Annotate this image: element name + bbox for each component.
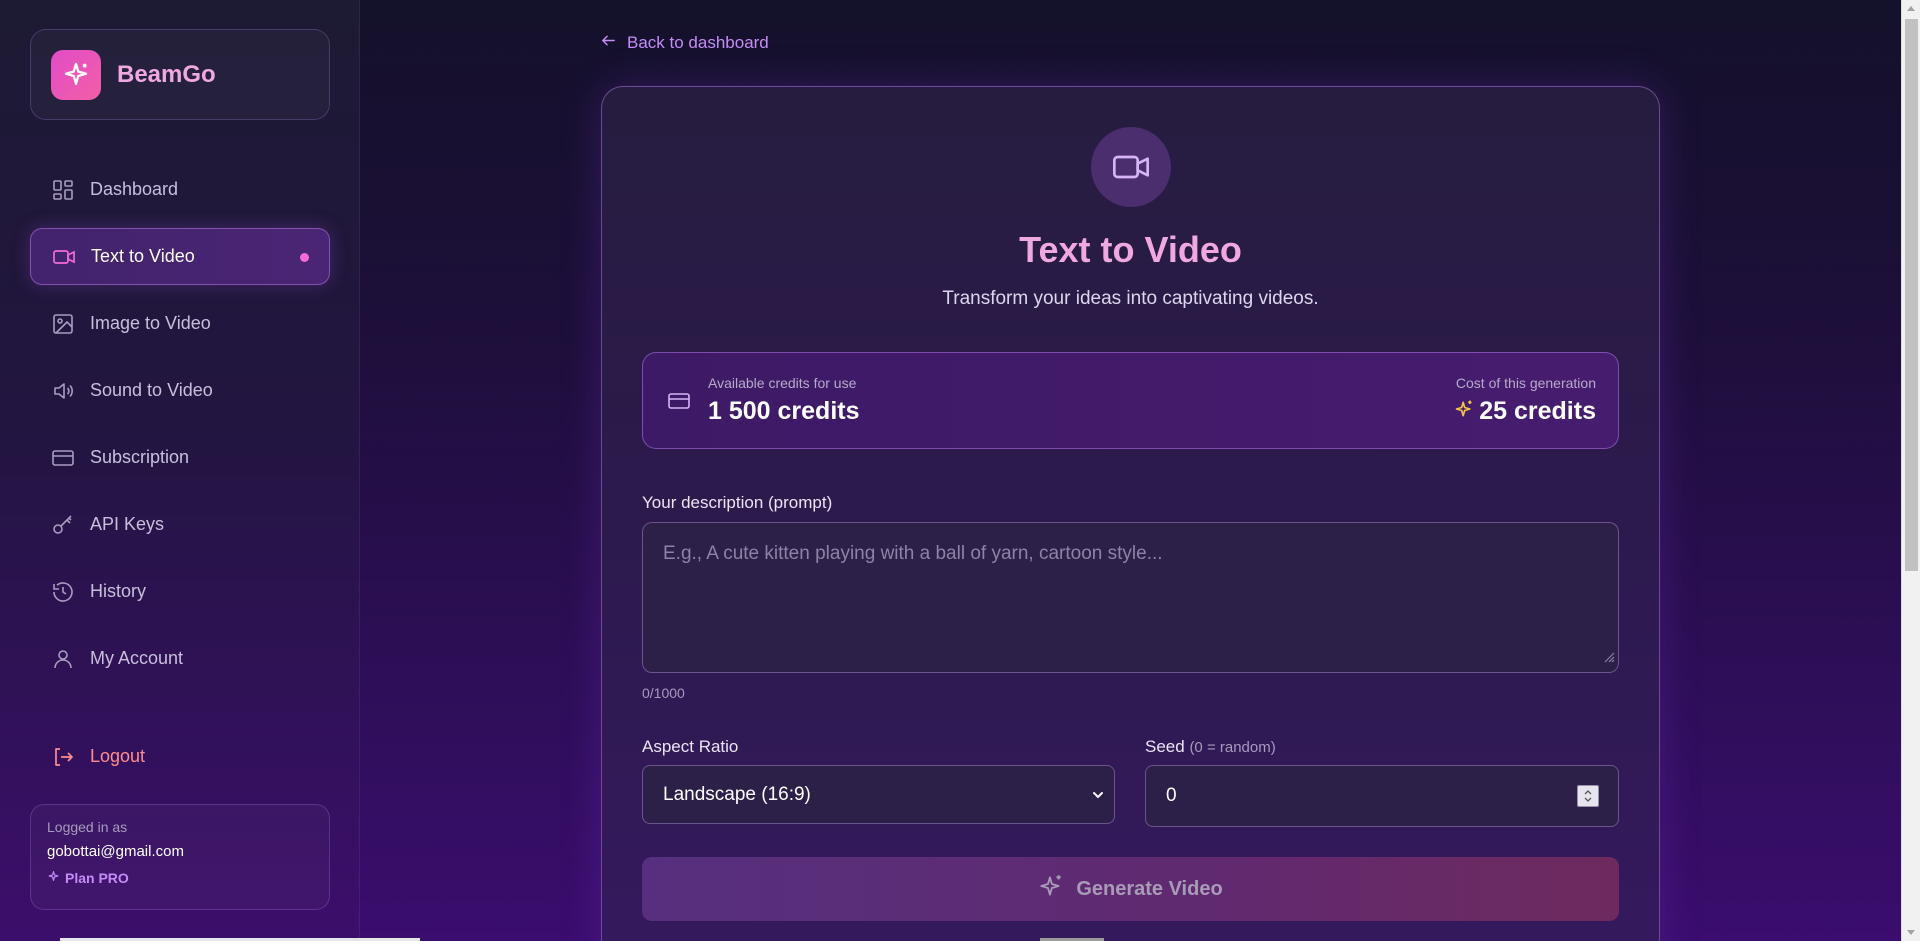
sparkles-icon — [47, 870, 60, 886]
logout-icon — [50, 744, 76, 770]
brand[interactable]: BeamGo — [30, 29, 330, 120]
back-link-label: Back to dashboard — [627, 33, 769, 52]
vertical-scrollbar[interactable] — [1901, 0, 1920, 941]
key-icon — [50, 512, 76, 538]
chevron-down-icon — [1090, 787, 1106, 809]
credit-card-icon — [665, 389, 693, 418]
dashboard-icon — [50, 177, 76, 203]
sidebar: BeamGo Dashboard Text to Video Image to … — [0, 0, 360, 941]
text-to-video-card: Text to Video Transform your ideas into … — [601, 86, 1660, 941]
sidebar-item-text-to-video[interactable]: Text to Video — [30, 228, 330, 285]
logout-label: Logout — [90, 746, 146, 766]
char-counter: 0/1000 — [642, 685, 685, 701]
page-subtitle: Transform your ideas into captivating vi… — [942, 288, 1319, 309]
sidebar-item-label: History — [90, 581, 147, 601]
scrollbar-thumb[interactable] — [1905, 19, 1918, 571]
cost-label: Cost of this generation — [1455, 375, 1596, 391]
image-icon — [50, 311, 76, 337]
generate-button-label: Generate Video — [1076, 877, 1223, 900]
sparkles-icon — [1038, 873, 1064, 905]
sidebar-item-label: Image to Video — [90, 313, 211, 333]
back-to-dashboard-link[interactable]: Back to dashboard — [600, 32, 769, 54]
sidebar-item-my-account[interactable]: My Account — [30, 630, 330, 687]
cost-value: 25 credits — [1479, 397, 1596, 425]
user-icon — [50, 646, 76, 672]
seed-label: Seed — [1145, 737, 1185, 756]
logged-in-label: Logged in as — [47, 819, 128, 835]
sidebar-item-api-keys[interactable]: API Keys — [30, 496, 330, 553]
scroll-up-icon[interactable] — [1907, 6, 1915, 11]
page-title: Text to Video — [1019, 229, 1242, 270]
aspect-ratio-label: Aspect Ratio — [642, 737, 739, 756]
video-camera-icon — [51, 244, 77, 270]
sidebar-item-label: Dashboard — [90, 179, 179, 199]
speaker-icon — [50, 378, 76, 404]
app-name: BeamGo — [117, 60, 216, 88]
sparkles-icon — [1454, 397, 1474, 426]
seed-value: 0 — [1166, 785, 1177, 806]
plan-label: Plan PRO — [65, 870, 129, 886]
seed-hint: (0 = random) — [1189, 739, 1276, 756]
sparkles-logo-icon — [51, 49, 101, 100]
sidebar-item-subscription[interactable]: Subscription — [30, 429, 330, 486]
sidebar-item-label: Text to Video — [91, 246, 195, 266]
available-credits-value: 1 500 credits — [708, 397, 860, 425]
aspect-ratio-value: Landscape (16:9) — [663, 783, 811, 805]
credit-card-icon — [50, 445, 76, 471]
prompt-textarea[interactable]: E.g., A cute kitten playing with a ball … — [642, 522, 1619, 673]
sidebar-item-label: My Account — [90, 648, 184, 668]
sidebar-item-dashboard[interactable]: Dashboard — [30, 161, 330, 218]
user-info-panel: Logged in as gobottai@gmail.com Plan PRO — [30, 804, 330, 910]
number-stepper[interactable] — [1577, 785, 1599, 807]
user-email: gobottai@gmail.com — [47, 843, 184, 860]
seed-label-group: Seed (0 = random) — [1145, 737, 1276, 757]
sidebar-item-label: API Keys — [90, 514, 165, 534]
arrow-left-icon — [600, 32, 617, 54]
history-icon — [50, 579, 76, 605]
video-camera-icon — [1091, 127, 1171, 207]
sidebar-item-label: Subscription — [90, 447, 190, 467]
scroll-down-icon[interactable] — [1907, 930, 1915, 935]
plan-badge: Plan PRO — [47, 870, 313, 886]
sidebar-item-image-to-video[interactable]: Image to Video — [30, 295, 330, 352]
resize-grip-icon[interactable] — [1603, 647, 1615, 669]
logout-button[interactable]: Logout — [30, 728, 330, 785]
available-credits-label: Available credits for use — [708, 375, 857, 391]
prompt-placeholder: E.g., A cute kitten playing with a ball … — [663, 543, 1163, 564]
aspect-ratio-select[interactable]: Landscape (16:9) — [642, 765, 1115, 824]
generate-video-button[interactable]: Generate Video — [642, 857, 1619, 921]
credits-panel: Available credits for use 1 500 credits … — [642, 352, 1619, 449]
sidebar-item-history[interactable]: History — [30, 563, 330, 620]
sidebar-item-sound-to-video[interactable]: Sound to Video — [30, 362, 330, 419]
prompt-label: Your description (prompt) — [642, 493, 833, 512]
seed-input[interactable]: 0 — [1145, 765, 1619, 827]
active-indicator-dot — [300, 253, 309, 262]
sidebar-item-label: Sound to Video — [90, 380, 213, 400]
